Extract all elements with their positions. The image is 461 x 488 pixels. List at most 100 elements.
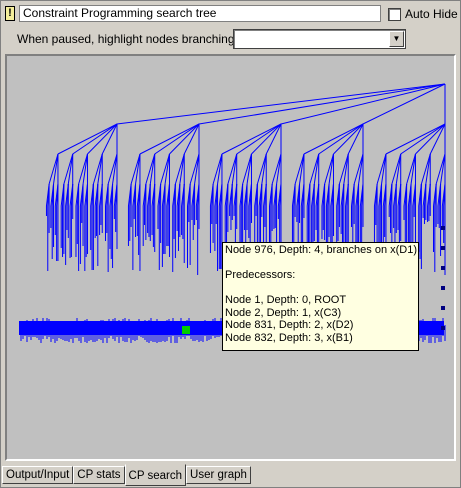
tooltip-predecessor: Node 2, Depth: 1, x(C3) <box>225 306 342 319</box>
tree-node[interactable] <box>441 226 445 230</box>
bottom-tab-strip: Output/Input CP stats CP search User gra… <box>2 464 251 486</box>
tree-edge <box>164 153 170 185</box>
auto-hide-toggle[interactable]: Auto Hide <box>388 6 458 22</box>
selected-node[interactable] <box>182 326 190 334</box>
tree-edge <box>130 153 141 185</box>
tree-edge <box>212 153 223 185</box>
tree-edge <box>135 153 141 185</box>
tree-edge <box>328 153 334 185</box>
tree-edge <box>236 123 282 155</box>
tree-edge <box>410 153 416 185</box>
tree-edge <box>385 123 446 155</box>
tree-node[interactable] <box>441 326 445 330</box>
highlight-label: When paused, highlight nodes branching o… <box>17 32 252 46</box>
tree-edge <box>271 153 282 185</box>
tree-edge <box>174 153 185 185</box>
tree-edge <box>57 123 118 155</box>
tree-edge <box>313 153 320 185</box>
tab-user-graph[interactable]: User graph <box>186 466 251 484</box>
tab-cp-stats[interactable]: CP stats <box>73 466 125 484</box>
tab-output-input[interactable]: Output/Input <box>2 466 74 484</box>
tree-edge <box>440 153 446 185</box>
tree-edge <box>299 153 305 185</box>
tree-edge <box>231 153 238 185</box>
tree-edge <box>87 123 118 155</box>
tree-edge <box>242 153 252 185</box>
tree-edge <box>189 153 200 185</box>
tooltip-predecessors-label: Predecessors: <box>225 269 296 281</box>
tree-edge <box>309 153 320 185</box>
tree-edge <box>116 83 446 125</box>
tree-edge <box>160 153 170 185</box>
tree-edge <box>435 153 446 185</box>
tree-node[interactable] <box>441 246 445 250</box>
tree-edge <box>139 123 200 155</box>
tooltip-predecessor: Node 832, Depth: 3, x(B1) <box>225 331 353 344</box>
tree-edge <box>400 123 446 155</box>
tree-edge <box>145 153 156 185</box>
tab-cp-search[interactable]: CP search <box>124 464 187 486</box>
tree-edge <box>318 123 364 155</box>
highlight-toolbar: When paused, highlight nodes branching o… <box>17 29 407 50</box>
chevron-down-icon[interactable]: ▼ <box>389 31 404 47</box>
tree-edge <box>112 153 118 185</box>
tree-edge <box>221 123 282 155</box>
tree-edge <box>261 153 267 185</box>
tree-edge <box>420 153 431 185</box>
tree-edge <box>198 83 446 125</box>
tree-edge <box>415 123 446 155</box>
tree-edge <box>179 153 185 185</box>
tree-edge <box>149 153 156 185</box>
tree-edge <box>107 153 118 185</box>
tree-node[interactable] <box>441 286 445 290</box>
tree-edge <box>294 153 305 185</box>
panel-header: ! Constraint Programming search tree Aut… <box>3 4 458 24</box>
tree-edge <box>391 153 402 185</box>
highlight-variable-select[interactable]: ▼ <box>233 29 406 49</box>
tree-edge <box>276 153 282 185</box>
panel-title-field: Constraint Programming search tree <box>19 5 381 22</box>
tree-edge <box>425 153 431 185</box>
auto-hide-label: Auto Hide <box>405 7 458 21</box>
auto-hide-checkbox[interactable] <box>388 7 401 21</box>
cp-search-panel: ! Constraint Programming search tree Aut… <box>0 0 461 488</box>
warning-icon: ! <box>5 6 15 21</box>
tree-edge <box>343 153 349 185</box>
tree-edge <box>92 153 103 185</box>
tree-edge <box>358 153 364 185</box>
tree-edge <box>303 123 364 155</box>
tree-edge <box>395 153 402 185</box>
tree-edge <box>227 153 238 185</box>
tree-edge <box>78 153 88 185</box>
tree-edge <box>82 153 88 185</box>
search-tree-canvas[interactable]: Node 976, Depth: 4, branches on x(D1) Pr… <box>5 54 456 461</box>
tree-edge <box>72 123 118 155</box>
tree-edge <box>333 123 364 155</box>
tree-edge <box>376 153 387 185</box>
tree-edge <box>194 153 200 185</box>
tree-edge <box>63 153 74 185</box>
tooltip-predecessor: Node 1, Depth: 0, ROOT <box>225 294 347 306</box>
tree-edge <box>256 153 267 185</box>
tree-edge <box>353 153 364 185</box>
tree-edge <box>280 83 446 125</box>
tree-edge <box>169 123 200 155</box>
tree-node[interactable] <box>441 306 445 310</box>
tree-node[interactable] <box>441 266 445 270</box>
tooltip-predecessor: Node 831, Depth: 2, x(D2) <box>225 319 354 331</box>
tree-edge <box>251 123 282 155</box>
tree-edge <box>406 153 416 185</box>
tree-edge <box>67 153 74 185</box>
node-tooltip: Node 976, Depth: 4, branches on x(D1) Pr… <box>222 242 419 351</box>
tree-edge <box>217 153 223 185</box>
tree-edge <box>48 153 59 185</box>
tree-edge <box>97 153 103 185</box>
tree-edge <box>362 83 446 125</box>
tree-edge <box>53 153 59 185</box>
tree-edge <box>338 153 349 185</box>
tree-edge <box>324 153 334 185</box>
tree-edge <box>154 123 200 155</box>
tree-edge <box>246 153 252 185</box>
tree-edge <box>381 153 387 185</box>
tooltip-header: Node 976, Depth: 4, branches on x(D1) <box>225 244 418 256</box>
